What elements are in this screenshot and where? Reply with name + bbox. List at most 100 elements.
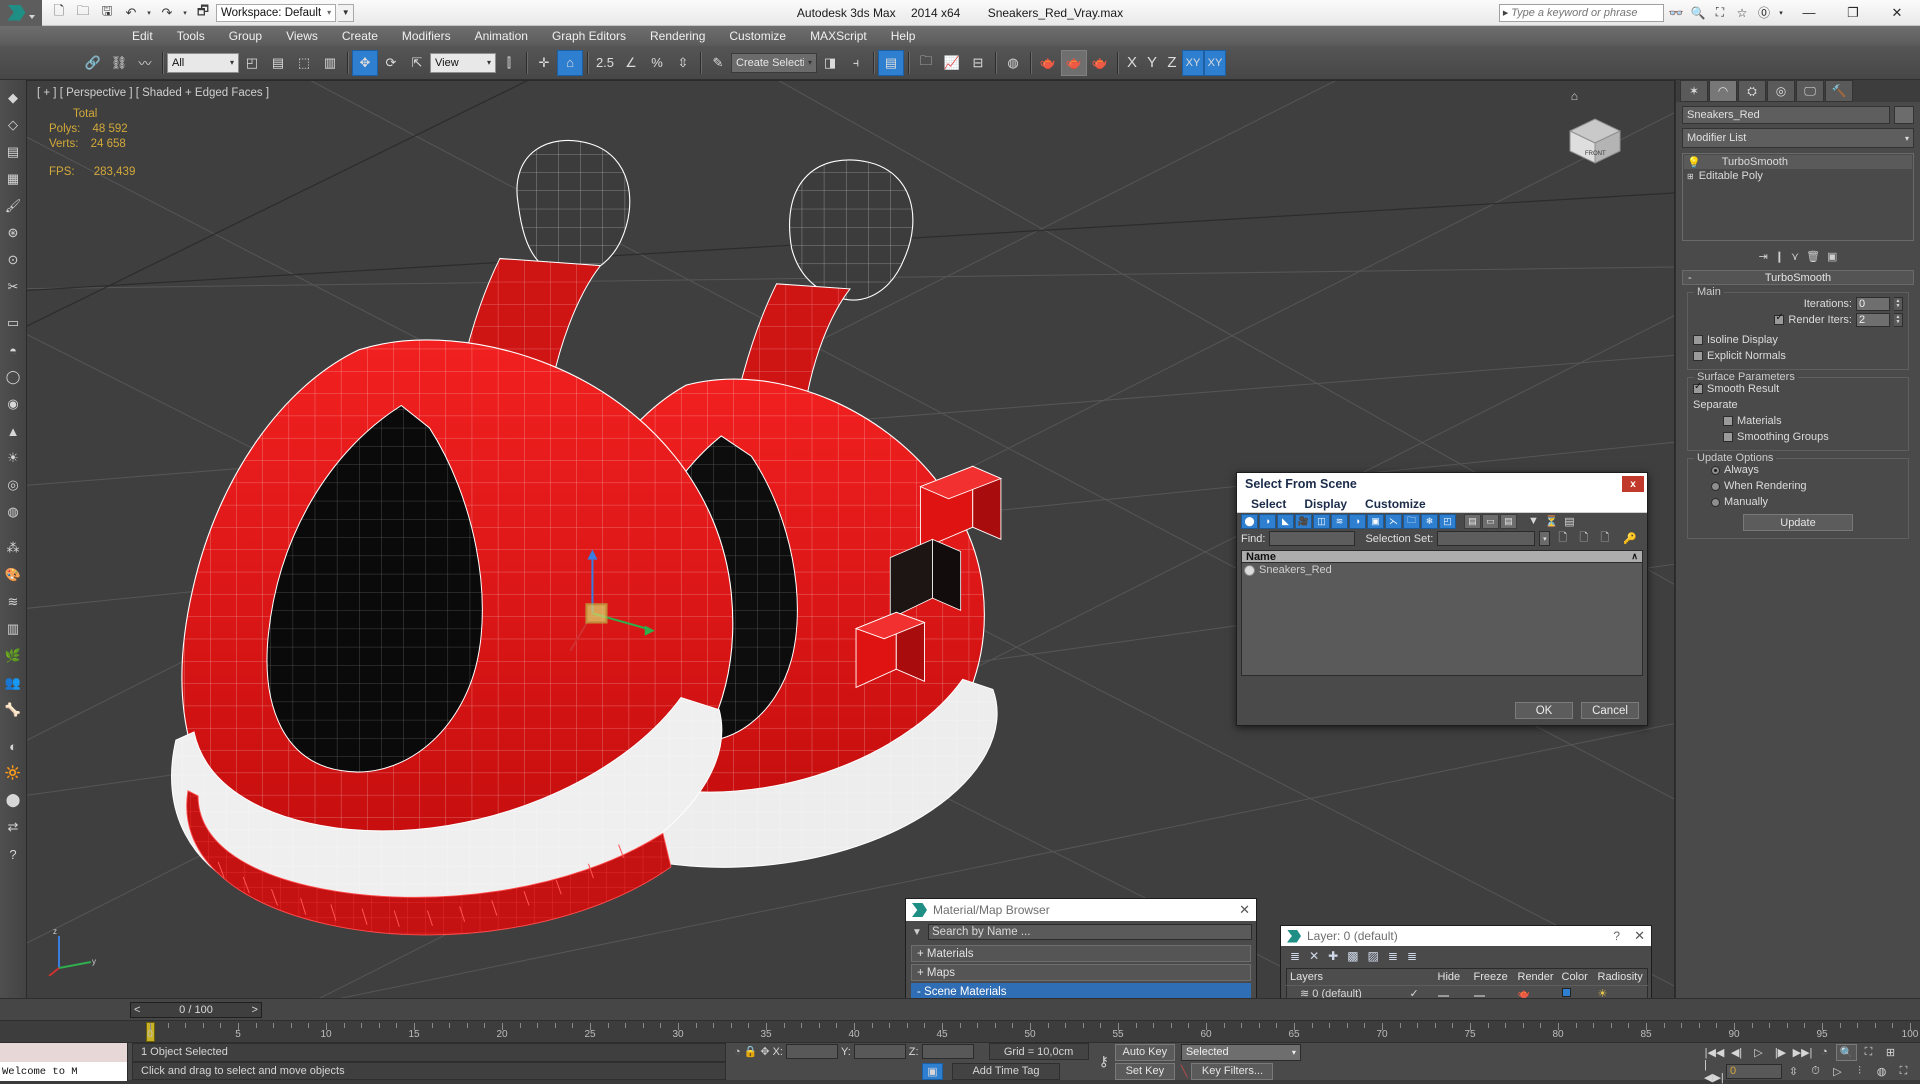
material-editor-icon[interactable]: ◍ bbox=[1000, 50, 1026, 76]
align-icon[interactable]: ⫞ bbox=[843, 50, 869, 76]
undo-dropdown-icon[interactable]: ▾ bbox=[144, 3, 154, 23]
frozen-filter-icon[interactable]: ❄ bbox=[1421, 514, 1438, 529]
cone-primitive-icon[interactable]: ▲ bbox=[1, 418, 25, 444]
select-region-rectangle-icon[interactable]: ⬚ bbox=[291, 50, 317, 76]
close-icon[interactable]: x bbox=[1622, 476, 1644, 492]
bind-space-warp-icon[interactable]: 〰 bbox=[132, 50, 158, 76]
app-logo-button[interactable] bbox=[0, 0, 42, 26]
when-rendering-radio[interactable] bbox=[1711, 482, 1720, 491]
field-of-view-icon[interactable]: ▷ bbox=[1827, 1063, 1848, 1080]
restrict-xy-plane-icon[interactable]: XY bbox=[1182, 50, 1204, 76]
display-children-icon[interactable]: ▤ bbox=[1464, 514, 1481, 529]
polygon-modeling-icon[interactable]: ◆ bbox=[1, 85, 25, 111]
edge-loop-icon[interactable]: ⊛ bbox=[1, 220, 25, 246]
update-button[interactable]: Update bbox=[1743, 514, 1853, 531]
dialog-menu-display[interactable]: Display bbox=[1304, 497, 1347, 511]
menu-item-maxscript[interactable]: MAXScript bbox=[798, 26, 879, 46]
pin-stack-icon[interactable]: ⇥ bbox=[1759, 250, 1768, 263]
select-and-rotate-icon[interactable]: ⟳ bbox=[378, 50, 404, 76]
box-primitive-icon[interactable]: ▭ bbox=[1, 310, 25, 336]
menu-item-tools[interactable]: Tools bbox=[165, 26, 217, 46]
zoom-all-icon[interactable]: ⛶ bbox=[1858, 1044, 1879, 1061]
search-binoculars-icon[interactable]: 👓 bbox=[1666, 3, 1686, 23]
modifier-stack[interactable]: 💡 TurboSmooth ⊞ Editable Poly bbox=[1682, 153, 1914, 241]
orbit-icon[interactable]: ◍ bbox=[1871, 1063, 1892, 1080]
time-slider-handle[interactable]: < 0 / 100 > bbox=[130, 1002, 262, 1018]
play-animation-icon[interactable]: ▷ bbox=[1748, 1044, 1769, 1061]
project-folder-icon[interactable]: 🗗 bbox=[192, 3, 214, 23]
manually-radio[interactable] bbox=[1711, 498, 1720, 507]
xrefs-filter-icon[interactable]: ▣ bbox=[1367, 514, 1384, 529]
redo-dropdown-icon[interactable]: ▾ bbox=[180, 3, 190, 23]
highlight-selected-objects-icon[interactable]: ▨ bbox=[1368, 949, 1379, 963]
create-new-layer-icon[interactable]: ≣ bbox=[1290, 949, 1300, 963]
render-iters-checkbox[interactable] bbox=[1774, 315, 1784, 325]
menu-item-customize[interactable]: Customize bbox=[717, 26, 798, 46]
restrict-x-icon[interactable]: X bbox=[1122, 50, 1142, 76]
hierarchy-tab[interactable]: ⛭ bbox=[1738, 80, 1766, 102]
close-icon[interactable]: ✕ bbox=[1239, 902, 1250, 918]
cloth-icon[interactable]: ▥ bbox=[1, 616, 25, 642]
hair-fur-icon[interactable]: ≋ bbox=[1, 589, 25, 615]
render-setup-icon[interactable]: 🫖 bbox=[1035, 50, 1061, 76]
window-crossing-icon[interactable]: ▥ bbox=[317, 50, 343, 76]
list-header-name[interactable]: Name ∧ bbox=[1241, 550, 1643, 563]
percent-snap-icon[interactable]: % bbox=[644, 50, 670, 76]
create-tab[interactable]: ✶ bbox=[1680, 80, 1708, 102]
containers-filter-icon[interactable]: 🗀 bbox=[1403, 514, 1420, 529]
isolate-selection-icon[interactable]: ▣ bbox=[922, 1063, 943, 1080]
configure-modifier-sets-icon[interactable]: ▣ bbox=[1827, 250, 1837, 263]
stack-item-editable-poly[interactable]: ⊞ Editable Poly bbox=[1684, 169, 1912, 183]
mirror-icon[interactable]: ◨ bbox=[817, 50, 843, 76]
iterations-field[interactable]: 0 bbox=[1856, 297, 1890, 311]
view-cube[interactable]: FRONT bbox=[1562, 111, 1628, 167]
filter-funnel-icon[interactable]: ▼ bbox=[1525, 514, 1542, 529]
hidden-filter-icon[interactable]: ◰ bbox=[1439, 514, 1456, 529]
stack-item-turbosmooth[interactable]: 💡 TurboSmooth bbox=[1684, 155, 1912, 169]
edit-named-selection-sets-icon[interactable]: ✎ bbox=[705, 50, 731, 76]
modify-tab[interactable]: ◠ bbox=[1709, 80, 1737, 102]
show-end-result-icon[interactable]: ❙ bbox=[1775, 250, 1784, 263]
menu-item-animation[interactable]: Animation bbox=[463, 26, 540, 46]
light-icon[interactable]: ☀ bbox=[1, 445, 25, 471]
material-search-input[interactable]: Search by Name ... bbox=[928, 924, 1252, 940]
zoom-icon[interactable]: 🔍 bbox=[1836, 1044, 1857, 1061]
schematic-view-icon[interactable]: ⊟ bbox=[965, 50, 991, 76]
selection-tools-icon[interactable]: ▤ bbox=[1, 139, 25, 165]
select-link-icon[interactable]: 🔗 bbox=[80, 50, 106, 76]
restrict-xy-snap-icon[interactable]: XY bbox=[1204, 50, 1226, 76]
particle-icon[interactable]: ⁂ bbox=[1, 535, 25, 561]
auto-key-button[interactable]: Auto Key bbox=[1115, 1044, 1175, 1061]
x-field[interactable] bbox=[786, 1044, 838, 1059]
lights-filter-icon[interactable]: ◣ bbox=[1277, 514, 1294, 529]
snap-25-icon[interactable]: 2.5 bbox=[592, 50, 618, 76]
space-warps-filter-icon[interactable]: ≋ bbox=[1331, 514, 1348, 529]
add-selected-objects-icon[interactable]: ≣ bbox=[1388, 949, 1398, 963]
absolute-relative-mode-icon[interactable]: ✥ bbox=[760, 1045, 769, 1058]
bones-filter-icon[interactable]: ⋋ bbox=[1385, 514, 1402, 529]
minimize-button[interactable]: — bbox=[1788, 0, 1830, 26]
rendered-frame-window-icon[interactable]: 🫖 bbox=[1061, 50, 1087, 76]
scene-converter-icon[interactable]: ⇄ bbox=[1, 814, 25, 840]
utilities-tab[interactable]: 🔨 bbox=[1825, 80, 1853, 102]
menu-item-views[interactable]: Views bbox=[274, 26, 330, 46]
toggle-scene-explorer-icon[interactable]: 🗀 bbox=[913, 50, 939, 76]
key-filters-button[interactable]: Key Filters... bbox=[1191, 1063, 1273, 1080]
unlink-selection-icon[interactable]: ⛓ bbox=[106, 50, 132, 76]
render-preview-icon[interactable]: ◐ bbox=[1, 733, 25, 759]
delete-selection-set-icon[interactable]: 🗋 bbox=[1575, 531, 1592, 546]
shapes-filter-icon[interactable]: ◑ bbox=[1259, 514, 1276, 529]
undo-icon[interactable]: ↶ bbox=[120, 3, 142, 23]
search-magnifier-icon[interactable]: 🔍 bbox=[1688, 3, 1708, 23]
help-chevron-icon[interactable]: ▾ bbox=[1776, 3, 1786, 23]
cancel-button[interactable]: Cancel bbox=[1581, 702, 1639, 719]
select-object-icon[interactable]: ◰ bbox=[239, 50, 265, 76]
select-and-manipulate-icon[interactable]: ✛ bbox=[531, 50, 557, 76]
restore-button[interactable]: ❐ bbox=[1832, 0, 1874, 26]
freeform-icon[interactable]: ◇ bbox=[1, 112, 25, 138]
ok-button[interactable]: OK bbox=[1515, 702, 1573, 719]
object-paint-icon[interactable]: ▦ bbox=[1, 166, 25, 192]
selection-set-chevron-icon[interactable]: ▾ bbox=[1539, 531, 1550, 546]
curve-editor-icon[interactable]: 📈 bbox=[939, 50, 965, 76]
save-file-icon[interactable]: 🖫 bbox=[96, 3, 118, 23]
